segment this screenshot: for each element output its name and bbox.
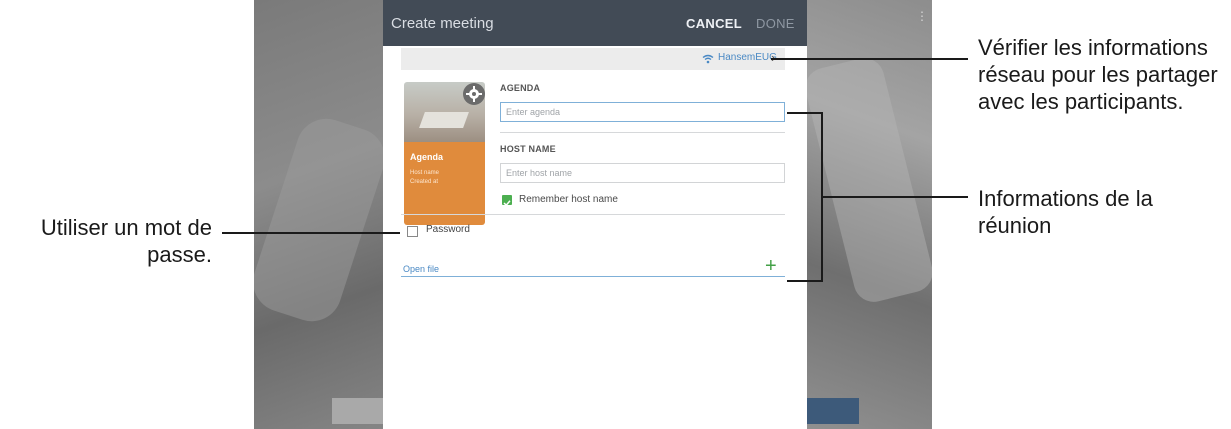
open-file-underline	[401, 276, 785, 277]
network-info-bar[interactable]: HansemEUG ›	[401, 48, 785, 70]
callout-password: Utiliser un mot de passe.	[40, 215, 212, 267]
cancel-button[interactable]: CANCEL	[686, 16, 742, 31]
background-button-right	[807, 398, 859, 424]
device-screenshot: ⋮ Create meeting CANCEL DONE HansemEUG ›…	[254, 0, 932, 429]
remember-host-label: Remember host name	[519, 194, 618, 205]
callout-line-password	[222, 232, 400, 234]
create-meeting-dialog: Create meeting CANCEL DONE HansemEUG › A…	[383, 0, 807, 429]
wifi-icon	[702, 54, 714, 64]
network-name: HansemEUG	[718, 52, 777, 63]
checkmark-icon	[503, 200, 511, 207]
host-name-input[interactable]	[500, 163, 785, 183]
thumbnail-title: Agenda	[410, 152, 444, 162]
overflow-menu-icon[interactable]: ⋮	[916, 10, 928, 26]
gear-icon	[466, 86, 482, 102]
background-button-left	[332, 398, 384, 424]
callout-line-meeting-top	[787, 112, 823, 114]
dialog-title: Create meeting	[391, 15, 494, 32]
callout-meeting: Informations de la réunion	[978, 186, 1153, 238]
agenda-label: AGENDA	[500, 83, 541, 93]
done-button[interactable]: DONE	[756, 16, 795, 31]
thumbnail-settings-button[interactable]	[463, 83, 485, 105]
remember-host-checkbox[interactable]	[502, 195, 512, 207]
meeting-table-shape	[419, 112, 469, 128]
host-name-label: HOST NAME	[500, 144, 556, 154]
divider	[401, 214, 785, 215]
thumbnail-panel: Agenda Host name Created at	[404, 142, 485, 225]
open-file-link[interactable]: Open file	[403, 264, 439, 274]
callout-line-meeting-bottom	[787, 280, 823, 282]
callout-line-network	[771, 58, 968, 60]
agenda-input[interactable]	[500, 102, 785, 122]
thumbnail-created: Created at	[410, 179, 439, 185]
dialog-header: Create meeting CANCEL DONE	[383, 0, 807, 46]
divider	[500, 132, 785, 133]
add-file-icon[interactable]: +	[765, 256, 777, 276]
password-label: Password	[426, 224, 470, 235]
thumbnail-host: Host name	[410, 170, 440, 176]
callout-network: Vérifier les informations réseau pour le…	[978, 35, 1218, 114]
callout-line-meeting	[821, 196, 968, 198]
password-checkbox[interactable]	[407, 226, 418, 237]
